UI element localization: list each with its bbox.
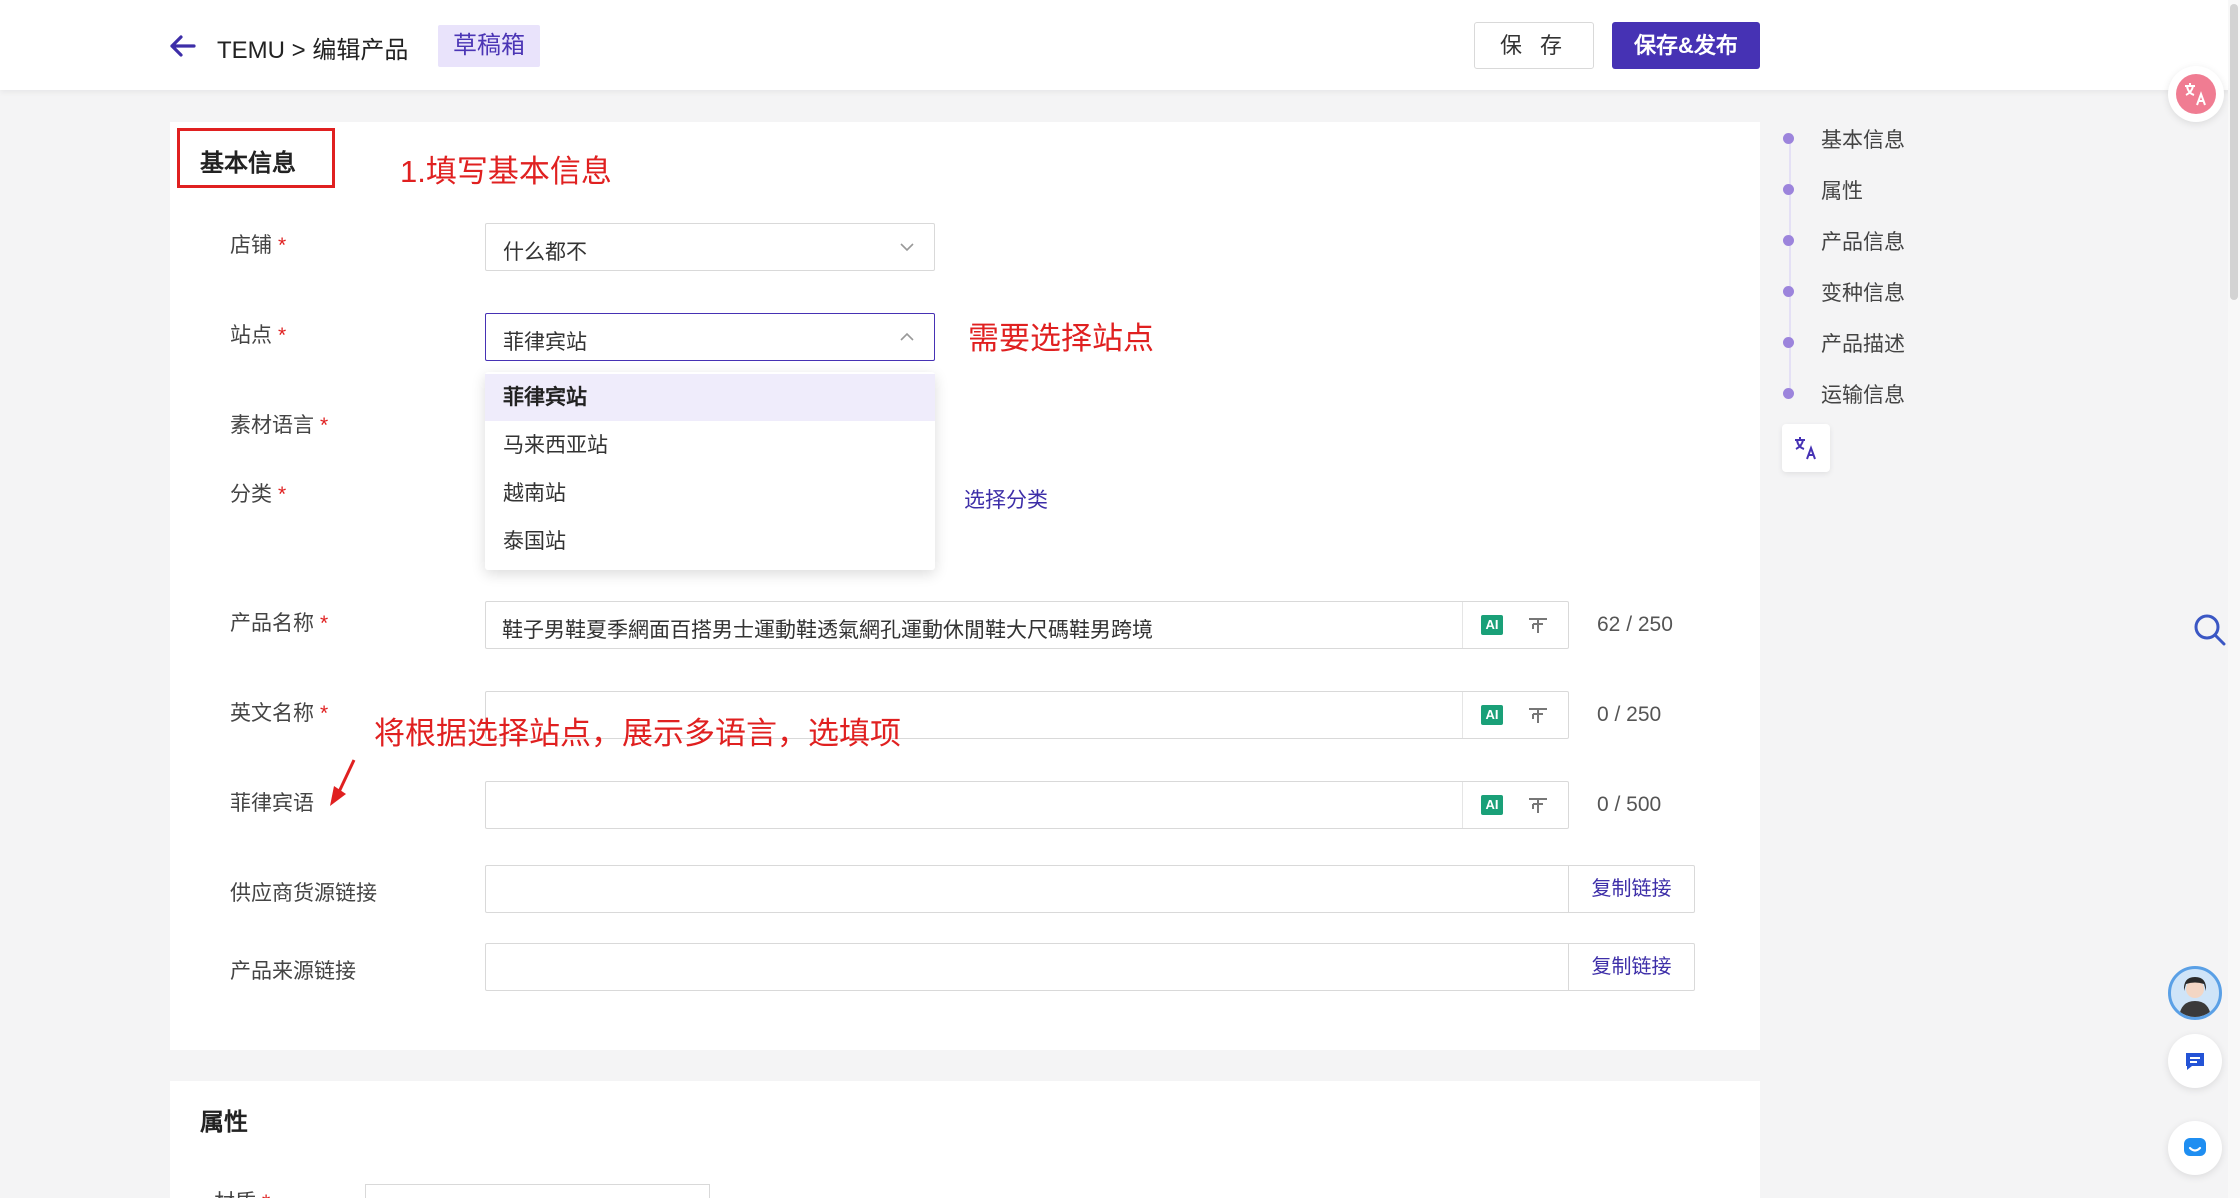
shop-select[interactable]: 什么都不 [485, 223, 935, 271]
anchor-dot [1783, 286, 1794, 297]
site-select-value: 菲律宾站 [503, 331, 587, 354]
product-name-value: 鞋子男鞋夏季網面百搭男士運動鞋透氣網孔運動休閒鞋大尺碼鞋男跨境 [502, 619, 1153, 642]
material-input[interactable] [365, 1184, 710, 1198]
site-select[interactable]: 菲律宾站 [485, 313, 935, 361]
source-link-input[interactable]: 复制链接 [485, 943, 1695, 991]
product-name-counter: 62 / 250 [1597, 613, 1673, 636]
anchor-dot [1783, 337, 1794, 348]
ai-icon[interactable]: AI [1481, 705, 1503, 725]
english-name-label: 英文名称 * [230, 702, 329, 725]
site-option[interactable]: 越南站 [485, 470, 935, 517]
material-label: 材质* [214, 1186, 270, 1198]
english-name-counter: 0 / 250 [1597, 703, 1662, 726]
ai-icon[interactable]: AI [1481, 795, 1503, 815]
product-name-input[interactable]: 鞋子男鞋夏季網面百搭男士運動鞋透氣網孔運動休閒鞋大尺碼鞋男跨境 AI [485, 601, 1569, 649]
text-format-icon[interactable] [1527, 705, 1549, 725]
avatar-icon [2179, 977, 2211, 1017]
text-format-icon[interactable] [1527, 615, 1549, 635]
chevron-down-icon [900, 243, 914, 252]
supplier-link-label: 供应商货源链接 [230, 882, 377, 905]
attributes-card [170, 1081, 1760, 1198]
material-lang-label: 素材语言 * [230, 414, 329, 437]
search-icon[interactable] [2192, 612, 2228, 648]
input-tools: AI [1462, 692, 1568, 738]
filipino-input[interactable]: AI [485, 781, 1569, 829]
anchor-dot [1783, 235, 1794, 246]
smile-chat-icon [2184, 1138, 2206, 1156]
feedback-button[interactable] [2168, 1034, 2222, 1088]
section-title-attributes: 属性 [200, 1109, 248, 1136]
scrollbar-thumb[interactable] [2230, 4, 2238, 300]
translate-icon [1795, 437, 1816, 460]
breadcrumb: TEMU > 编辑产品 [217, 37, 409, 64]
select-category-link[interactable]: 选择分类 [964, 484, 1048, 514]
site-dropdown: 菲律宾站 马来西亚站 越南站 泰国站 [485, 372, 935, 570]
copy-link-button[interactable]: 复制链接 [1568, 866, 1694, 912]
input-tools: AI [1462, 602, 1568, 648]
supplier-link-input[interactable]: 复制链接 [485, 865, 1695, 913]
site-option[interactable]: 泰国站 [485, 518, 935, 565]
annotation-step: 1.填写基本信息 [400, 154, 612, 189]
chevron-up-icon [900, 332, 914, 341]
annotation-arrow-icon [330, 759, 356, 806]
shop-label: 店铺 * [230, 234, 287, 257]
product-name-label: 产品名称 * [230, 612, 329, 635]
anchor-dot [1783, 184, 1794, 195]
translate-button[interactable] [1782, 424, 1830, 472]
floating-translate-button[interactable] [2168, 66, 2224, 122]
text-format-icon[interactable] [1527, 795, 1549, 815]
filipino-counter: 0 / 500 [1597, 793, 1662, 816]
shop-select-value: 什么都不 [503, 241, 587, 264]
save-button[interactable]: 保 存 [1474, 22, 1594, 69]
draft-badge: 草稿箱 [438, 25, 540, 67]
input-tools: AI [1462, 782, 1568, 828]
chat-icon [2186, 1053, 2204, 1070]
site-option[interactable]: 马来西亚站 [485, 422, 935, 469]
anchor-dot [1783, 388, 1794, 399]
back-arrow-icon[interactable] [164, 28, 200, 64]
category-label: 分类 * [230, 483, 287, 506]
top-header: TEMU > 编辑产品 草稿箱 保 存 保存&发布 [0, 0, 2240, 90]
service-button[interactable] [2168, 1121, 2222, 1175]
annotation-site: 需要选择站点 [968, 321, 1154, 356]
save-publish-button[interactable]: 保存&发布 [1612, 22, 1760, 69]
section-title-basic-info: 基本信息 [200, 150, 296, 177]
assistant-avatar[interactable] [2168, 966, 2222, 1020]
annotation-multilang: 将根据选择站点，展示多语言，选填项 [374, 716, 901, 751]
copy-link-button[interactable]: 复制链接 [1568, 944, 1694, 990]
site-option[interactable]: 菲律宾站 [485, 374, 935, 421]
anchor-line [1789, 136, 1791, 392]
site-label: 站点 * [230, 324, 287, 347]
anchor-dot [1783, 133, 1794, 144]
ai-icon[interactable]: AI [1481, 615, 1503, 635]
translate-icon [2176, 74, 2216, 114]
source-link-label: 产品来源链接 [230, 960, 356, 983]
filipino-label: 菲律宾语 [230, 792, 314, 815]
